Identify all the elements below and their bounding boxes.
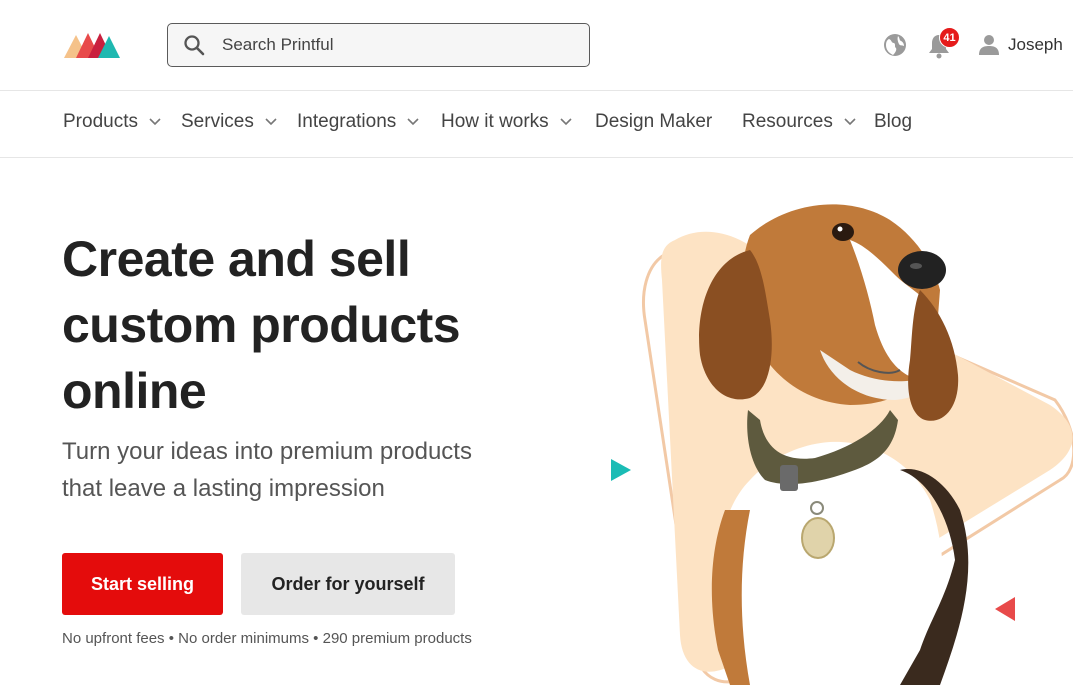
hero-subtitle-line: Turn your ideas into premium products [62,438,472,465]
main-nav: Products Services Integrations How it wo… [0,91,1073,158]
hero-title-line: online [62,363,207,419]
hero-title-line: Create and sell [62,231,411,287]
search-input[interactable] [222,35,582,55]
start-selling-button[interactable]: Start selling [62,553,223,615]
nav-item-label: Products [63,111,138,132]
hero-subtitle-line: that leave a lasting impression [62,475,385,502]
printful-logo[interactable] [64,30,122,60]
nav-item-label: Services [181,111,254,132]
chevron-down-icon [844,118,856,126]
nav-item-label: Resources [742,111,833,132]
hero-dog-image [641,204,1073,685]
nav-item-blog[interactable]: Blog [874,111,912,133]
nav-item-resources[interactable]: Resources [742,111,856,133]
globe-icon[interactable] [883,33,907,57]
nav-item-how-it-works[interactable]: How it works [441,111,572,133]
nav-item-integrations[interactable]: Integrations [297,111,419,133]
hero-note: No upfront fees • No order minimums • 29… [62,630,472,647]
search-icon [184,35,205,56]
nav-item-label: How it works [441,111,549,132]
nav-item-services[interactable]: Services [181,111,277,133]
hero-subtitle: Turn your ideas into premium products th… [62,433,582,507]
notification-badge: 41 [939,27,960,48]
top-header: 41 Joseph [0,0,1073,91]
user-icon[interactable] [979,34,999,56]
chevron-down-icon [265,118,277,126]
order-for-yourself-button[interactable]: Order for yourself [241,553,455,615]
chevron-down-icon [407,118,419,126]
search-bar[interactable] [167,23,590,67]
hero-title-line: custom products [62,297,461,353]
user-name[interactable]: Joseph [1008,35,1063,55]
nav-item-design-maker[interactable]: Design Maker [595,111,712,133]
chevron-down-icon [149,118,161,126]
hero-title: Create and sell custom products online [62,226,582,424]
nav-item-label: Integrations [297,111,397,132]
nav-item-products[interactable]: Products [63,111,161,133]
nav-item-label: Design Maker [595,111,713,132]
nav-item-label: Blog [874,111,913,132]
chevron-down-icon [560,118,572,126]
